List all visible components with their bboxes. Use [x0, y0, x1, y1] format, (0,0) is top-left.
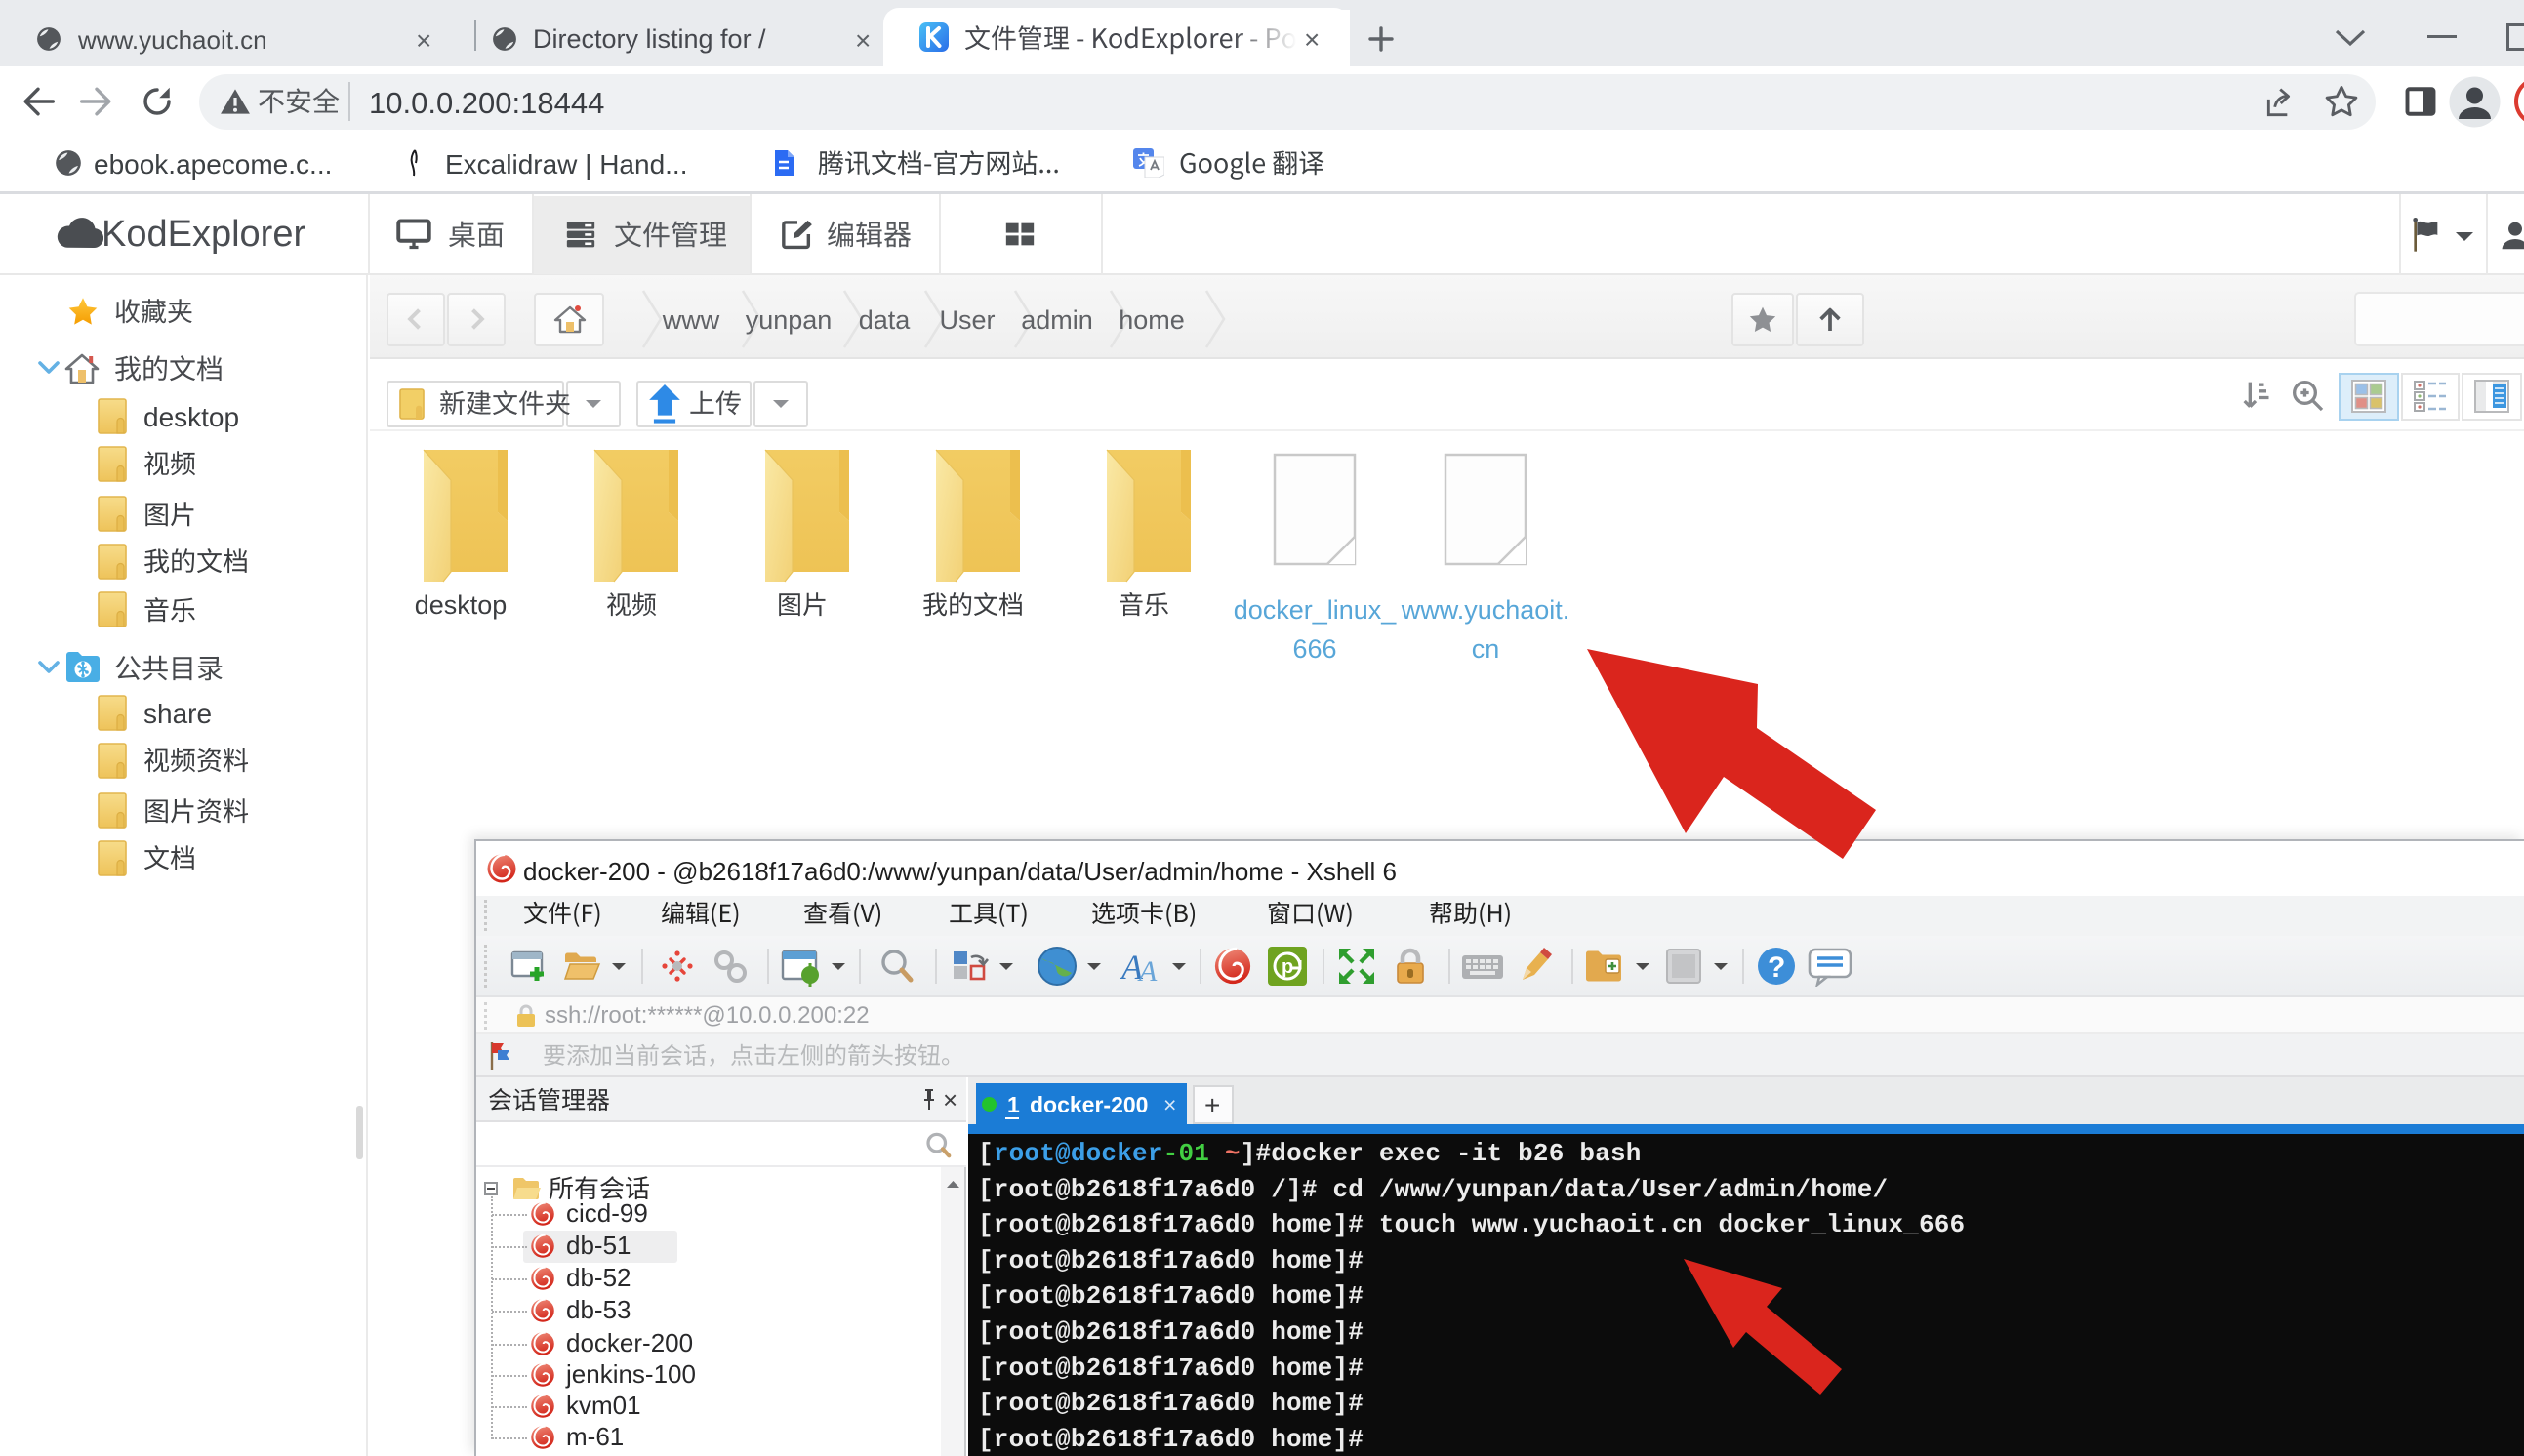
svg-text:p: p: [1282, 956, 1293, 978]
svg-text:?: ?: [1768, 951, 1785, 984]
svg-text:A: A: [1137, 955, 1158, 987]
